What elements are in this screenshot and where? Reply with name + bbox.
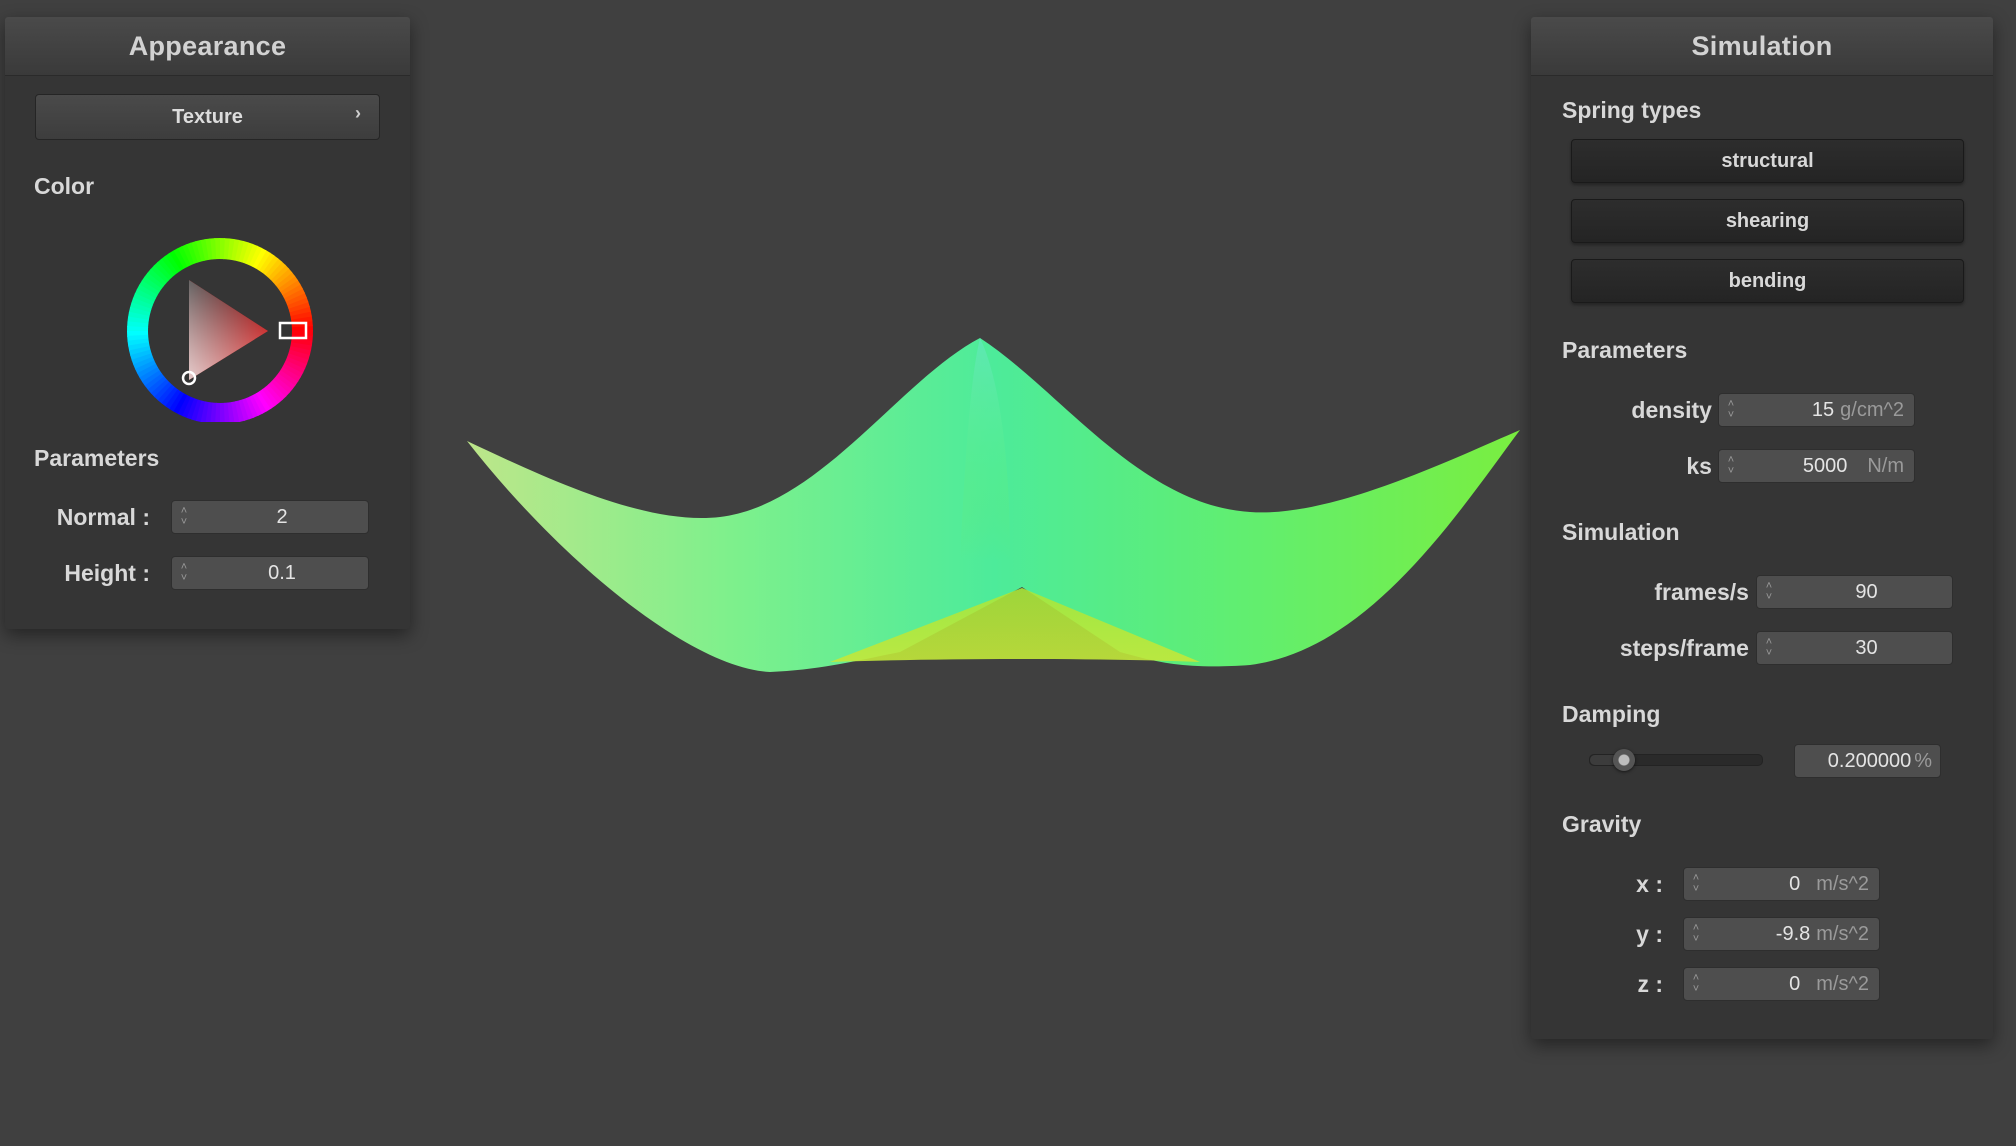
gravity-y-unit: m/s^2 (1816, 922, 1869, 945)
damping-value: 0.200000 (1827, 749, 1912, 772)
gravity-y-value: -9.8 (1775, 922, 1811, 945)
appearance-panel: Appearance Texture › Color Parameters No… (5, 17, 410, 629)
spin-arrows-icon[interactable]: ˄ ˅ (1757, 632, 1781, 664)
color-wheel[interactable] (120, 222, 320, 422)
height-spinbox[interactable]: ˄ ˅ 0.1 (171, 556, 369, 590)
normal-value: 2 (276, 505, 288, 528)
gravity-x-value: 0 (1789, 872, 1801, 895)
spin-arrows-icon[interactable]: ˄ ˅ (1719, 450, 1743, 482)
gravity-y-spinbox[interactable]: ˄ ˅ -9.8 m/s^2 (1683, 917, 1880, 951)
gravity-label: Gravity (1562, 811, 1642, 837)
spin-arrows-icon[interactable]: ˄ ˅ (1719, 394, 1743, 426)
gravity-x-spinbox[interactable]: ˄ ˅ 0 m/s^2 (1683, 867, 1880, 901)
simulation-panel: Simulation Spring types structural shear… (1531, 17, 1993, 1039)
fps-spinbox[interactable]: ˄ ˅ 90 (1756, 575, 1953, 609)
sim-parameters-label: Parameters (1562, 337, 1688, 363)
gravity-x-label: x : (1636, 871, 1663, 897)
spin-arrows-icon[interactable]: ˄ ˅ (1684, 918, 1708, 950)
spin-arrows-icon[interactable]: ˄ ˅ (1757, 576, 1781, 608)
color-section-label: Color (34, 173, 95, 199)
damping-unit: % (1914, 749, 1932, 772)
appearance-parameters-label: Parameters (34, 445, 160, 471)
bending-button[interactable]: bending (1571, 259, 1964, 303)
spring-types-label: Spring types (1562, 97, 1702, 123)
ks-label: ks : (1686, 453, 1726, 479)
spin-arrows-icon[interactable]: ˄ ˅ (1684, 868, 1708, 900)
simulation-section-label: Simulation (1562, 519, 1680, 545)
density-label: density : (1631, 397, 1726, 423)
steps-value: 30 (1855, 636, 1878, 659)
height-label: Height : (64, 560, 150, 586)
height-value: 0.1 (268, 561, 296, 584)
fps-value: 90 (1855, 580, 1878, 603)
fps-label: frames/s : (1654, 579, 1763, 605)
density-unit: g/cm^2 (1840, 398, 1904, 421)
shearing-button[interactable]: shearing (1571, 199, 1964, 243)
texture-button-label: Texture (172, 105, 243, 128)
steps-spinbox[interactable]: ˄ ˅ 30 (1756, 631, 1953, 665)
damping-label: Damping (1562, 701, 1661, 727)
ks-value: 5000 (1802, 454, 1848, 477)
normal-spinbox[interactable]: ˄ ˅ 2 (171, 500, 369, 534)
density-spinbox[interactable]: ˄ ˅ 15 g/cm^2 (1718, 393, 1915, 427)
gravity-z-spinbox[interactable]: ˄ ˅ 0 m/s^2 (1683, 967, 1880, 1001)
appearance-panel-title: Appearance (5, 17, 410, 76)
ks-unit: N/m (1867, 454, 1904, 477)
gravity-z-value: 0 (1789, 972, 1801, 995)
spin-arrows-icon[interactable]: ˄ ˅ (1684, 968, 1708, 1000)
simulation-panel-title: Simulation (1531, 17, 1993, 76)
damping-slider[interactable] (1589, 749, 1763, 771)
gravity-x-unit: m/s^2 (1816, 872, 1869, 895)
damping-slider-handle[interactable] (1613, 749, 1636, 771)
gravity-z-label: z : (1637, 971, 1663, 997)
chevron-right-icon: › (355, 103, 361, 123)
structural-button[interactable]: structural (1571, 139, 1964, 183)
normal-label: Normal : (56, 504, 150, 530)
spin-arrows-icon[interactable]: ˄ ˅ (172, 557, 196, 589)
density-value: 15 (1811, 398, 1835, 421)
spin-arrows-icon[interactable]: ˄ ˅ (172, 501, 196, 533)
gravity-y-label: y : (1636, 921, 1663, 947)
steps-label: steps/frame : (1619, 635, 1763, 661)
ks-spinbox[interactable]: ˄ ˅ 5000 N/m (1718, 449, 1915, 483)
damping-value-box[interactable]: 0.200000 % (1794, 744, 1941, 778)
gravity-z-unit: m/s^2 (1816, 972, 1869, 995)
texture-button[interactable]: Texture › (35, 94, 380, 140)
